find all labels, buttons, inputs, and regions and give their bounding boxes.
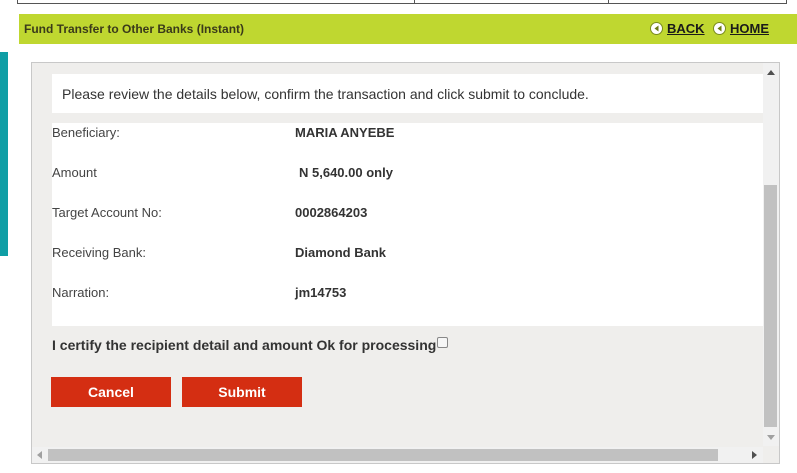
transaction-details: Beneficiary: MARIA ANYEBE Amount N 5,640…	[52, 123, 763, 326]
home-link[interactable]: HOME	[713, 21, 769, 36]
certify-row: I certify the recipient detail and amoun…	[52, 336, 449, 353]
account-value: 0002864203	[295, 205, 368, 220]
back-arrow-icon	[650, 22, 663, 35]
table-divider	[414, 0, 415, 4]
back-label: BACK	[667, 21, 705, 36]
horizontal-scroll-thumb[interactable]	[48, 449, 718, 461]
beneficiary-value: MARIA ANYEBE	[295, 125, 395, 140]
certify-checkbox[interactable]	[437, 336, 449, 348]
amount-label: Amount	[52, 165, 97, 180]
bank-value: Diamond Bank	[295, 245, 387, 260]
beneficiary-label: Beneficiary:	[52, 125, 120, 140]
scroll-down-icon[interactable]	[767, 435, 775, 440]
vertical-scrollbar[interactable]	[763, 63, 779, 446]
certify-label: I certify the recipient detail and amoun…	[52, 337, 437, 353]
account-label: Target Account No:	[52, 205, 162, 220]
amount-value: N 5,640.00 only	[299, 165, 393, 180]
intro-message: Please review the details below, confirm…	[52, 74, 763, 113]
bank-label: Receiving Bank:	[52, 245, 146, 260]
header-bar: Fund Transfer to Other Banks (Instant) B…	[19, 14, 797, 44]
home-arrow-icon	[713, 22, 726, 35]
page-title: Fund Transfer to Other Banks (Instant)	[24, 22, 245, 36]
content-frame: Please review the details below, confirm…	[31, 62, 780, 464]
scroll-left-icon[interactable]	[37, 451, 42, 459]
top-table-edge	[17, 0, 787, 4]
table-divider	[608, 0, 609, 4]
narration-value: jm14753	[295, 285, 347, 300]
narration-label: Narration:	[52, 285, 110, 300]
cancel-button[interactable]: Cancel	[51, 377, 171, 407]
horizontal-scrollbar[interactable]	[32, 447, 763, 463]
submit-button[interactable]: Submit	[182, 377, 302, 407]
back-link[interactable]: BACK	[650, 21, 705, 36]
side-accent-bar	[0, 52, 8, 256]
home-label: HOME	[730, 21, 769, 36]
vertical-scroll-thumb[interactable]	[764, 185, 777, 427]
scroll-right-icon[interactable]	[752, 451, 757, 459]
scroll-up-icon[interactable]	[767, 70, 775, 75]
